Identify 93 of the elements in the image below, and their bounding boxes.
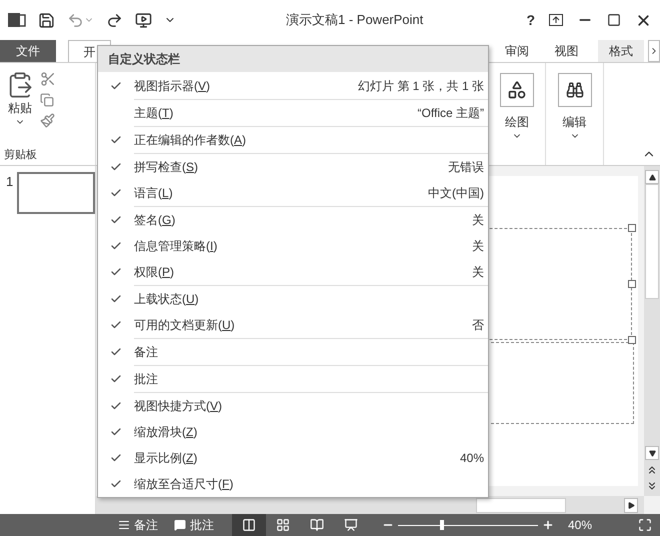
- scroll-down-icon[interactable]: [648, 450, 656, 456]
- menu-item[interactable]: 上载状态(U): [98, 286, 488, 312]
- menu-item-value: 关: [472, 238, 484, 255]
- menu-item-value: 40%: [460, 450, 484, 467]
- normal-view-icon: [242, 518, 256, 532]
- horizontal-scrollbar[interactable]: [96, 496, 644, 514]
- menu-item-label: 缩放滑块(Z): [134, 424, 198, 441]
- menu-item[interactable]: 拼写检查(S) 无错误: [98, 154, 488, 180]
- menu-item-label: 视图指示器(V): [134, 78, 210, 95]
- menu-item-label: 备注: [134, 344, 158, 361]
- ribbon-tab[interactable]: 文件: [0, 40, 56, 62]
- ribbon-tab[interactable]: 视图: [544, 40, 588, 62]
- ribbon-tab[interactable]: 格式: [598, 40, 644, 62]
- menu-item-label: 正在编辑的作者数(A): [134, 132, 246, 149]
- cut-icon[interactable]: [40, 71, 56, 87]
- menu-item-value: 中文(中国): [428, 185, 484, 202]
- editing-button[interactable]: 编辑: [562, 113, 586, 131]
- sorter-view-icon: [276, 518, 290, 532]
- paste-button[interactable]: 粘贴: [8, 99, 32, 117]
- format-painter-icon[interactable]: [40, 113, 55, 128]
- slideshow-view-icon: [344, 518, 358, 532]
- menu-item[interactable]: 信息管理策略(I) 关: [98, 233, 488, 259]
- previous-slide-icon[interactable]: [646, 464, 658, 476]
- menu-item-label: 主题(T): [134, 105, 174, 122]
- drawing-button[interactable]: 绘图: [505, 113, 529, 131]
- next-slide-icon[interactable]: [646, 480, 658, 492]
- menu-item[interactable]: 缩放至合适尺寸(F): [98, 471, 488, 497]
- ribbon-display-icon[interactable]: [549, 14, 563, 26]
- tab-scroll-button[interactable]: [648, 40, 660, 62]
- menu-item[interactable]: 主题(T) “Office 主题”: [98, 100, 488, 126]
- menu-item-label: 视图快捷方式(V): [134, 398, 222, 415]
- scroll-thumb[interactable]: [476, 498, 566, 512]
- vertical-scrollbar[interactable]: [644, 166, 660, 496]
- menu-item-label: 拼写检查(S): [134, 159, 198, 176]
- resize-handle[interactable]: [628, 336, 636, 344]
- menu-item[interactable]: 语言(L) 中文(中国): [98, 180, 488, 206]
- menu-item-label: 缩放至合适尺寸(F): [134, 476, 234, 493]
- notes-icon: [118, 519, 130, 531]
- menu-item[interactable]: 备注: [98, 339, 488, 365]
- menu-item-label: 签名(G): [134, 212, 176, 229]
- copy-icon[interactable]: [40, 93, 54, 107]
- reading-view-icon: [310, 518, 324, 532]
- menu-item[interactable]: 视图指示器(V) 幻灯片 第 1 张，共 1 张: [98, 73, 488, 99]
- menu-item-value: 关: [472, 264, 484, 281]
- menu-item-label: 上载状态(U): [134, 291, 199, 308]
- redo-icon[interactable]: [106, 12, 123, 28]
- scroll-up-icon[interactable]: [648, 174, 656, 180]
- menu-item-value: 否: [472, 317, 484, 334]
- zoom-slider[interactable]: [398, 520, 538, 530]
- menu-item[interactable]: 正在编辑的作者数(A): [98, 127, 488, 153]
- view-button[interactable]: [232, 514, 266, 536]
- undo-icon[interactable]: [67, 12, 84, 28]
- slideshow-icon[interactable]: [135, 12, 152, 28]
- menu-item[interactable]: 视图快捷方式(V): [98, 393, 488, 419]
- menu-item[interactable]: 签名(G) 关: [98, 207, 488, 233]
- menu-item-label: 信息管理策略(I): [134, 238, 218, 255]
- menu-item[interactable]: 可用的文档更新(U) 否: [98, 312, 488, 338]
- menu-item-value: 幻灯片 第 1 张，共 1 张: [358, 78, 484, 95]
- menu-item-label: 权限(P): [134, 264, 174, 281]
- notes-button[interactable]: 备注: [118, 516, 158, 534]
- menu-item-value: 关: [472, 212, 484, 229]
- maximize-icon[interactable]: [607, 13, 621, 27]
- zoom-in-icon[interactable]: [542, 519, 554, 531]
- menu-item[interactable]: 批注: [98, 366, 488, 392]
- shapes-icon[interactable]: [507, 80, 527, 100]
- save-icon[interactable]: [38, 12, 55, 28]
- menu-item-label: 批注: [134, 371, 158, 388]
- resize-handle[interactable]: [628, 280, 636, 288]
- menu-item-value: 无错误: [448, 159, 484, 176]
- resize-handle[interactable]: [628, 224, 636, 232]
- scroll-right-icon[interactable]: [628, 502, 634, 508]
- menu-item-value: “Office 主题”: [418, 105, 484, 122]
- comments-button[interactable]: 批注: [174, 516, 214, 534]
- menu-item[interactable]: 权限(P) 关: [98, 259, 488, 285]
- zoom-thumb[interactable]: [440, 520, 444, 530]
- menu-item-label: 语言(L): [134, 185, 173, 202]
- comment-icon: [174, 519, 186, 531]
- menu-item[interactable]: 缩放滑块(Z): [98, 419, 488, 445]
- window-title: 演示文稿1 - PowerPoint: [286, 11, 424, 30]
- app-logo-icon: [8, 11, 26, 29]
- menu-item-label: 可用的文档更新(U): [134, 317, 235, 334]
- menu-item[interactable]: 显示比例(Z) 40%: [98, 445, 488, 471]
- group-label: 剪贴板: [3, 148, 38, 162]
- slide-number: 1: [6, 173, 14, 191]
- binoculars-icon[interactable]: [566, 81, 584, 99]
- zoom-level[interactable]: 40%: [568, 516, 592, 534]
- ribbon-tab[interactable]: 审阅: [495, 40, 539, 62]
- scroll-thumb[interactable]: [645, 184, 659, 299]
- menu-title: 自定义状态栏: [98, 46, 488, 72]
- menu-item-label: 显示比例(Z): [134, 450, 198, 467]
- slide-thumbnail[interactable]: [17, 172, 95, 214]
- help-button[interactable]: ?: [526, 10, 535, 30]
- fit-to-window-icon[interactable]: [638, 518, 652, 532]
